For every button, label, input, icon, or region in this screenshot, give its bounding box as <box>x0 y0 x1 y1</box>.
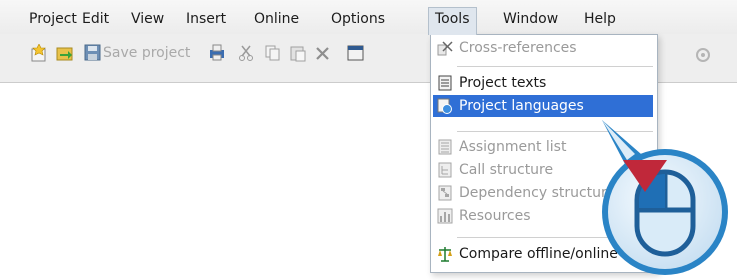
save-project-label[interactable]: Save project <box>103 45 190 61</box>
menu-separator <box>457 66 653 67</box>
menu-options[interactable]: Options <box>325 8 391 30</box>
mouse-click-callout <box>602 120 728 275</box>
copy-icon[interactable] <box>264 44 282 62</box>
menu-insert[interactable]: Insert <box>180 8 232 30</box>
project-texts-label: Project texts <box>459 75 547 91</box>
compare-icon <box>438 247 452 262</box>
cut-icon[interactable] <box>238 44 256 62</box>
paste-icon[interactable] <box>289 44 307 62</box>
project-languages-icon <box>437 98 452 114</box>
project-texts-icon <box>438 75 452 91</box>
menu-online[interactable]: Online <box>248 8 305 30</box>
delete-icon[interactable] <box>314 45 332 63</box>
resources-icon <box>437 208 453 224</box>
menu-edit[interactable]: Edit <box>76 8 115 30</box>
call-structure-icon <box>438 162 452 178</box>
open-project-icon[interactable] <box>56 44 74 62</box>
window-icon[interactable] <box>347 44 365 62</box>
menu-entry-project-languages[interactable]: Project languages <box>433 95 653 117</box>
new-project-icon[interactable] <box>30 44 48 62</box>
save-icon[interactable] <box>84 44 102 62</box>
menu-view[interactable]: View <box>125 8 170 30</box>
properties-icon[interactable] <box>694 46 712 64</box>
menu-bar: Project Edit View Insert Online Options … <box>0 0 737 35</box>
assignment-list-label: Assignment list <box>459 139 567 155</box>
cross-references-icon <box>437 41 453 56</box>
callout-pointer-inner <box>602 120 635 160</box>
dependency-structure-icon <box>438 185 452 201</box>
menu-entry-cross-references[interactable]: Cross-references <box>433 37 653 59</box>
menu-window[interactable]: Window <box>497 8 564 30</box>
menu-project[interactable]: Project <box>23 8 83 30</box>
menu-entry-project-texts[interactable]: Project texts <box>433 72 653 94</box>
print-icon[interactable] <box>208 44 226 62</box>
cross-references-label: Cross-references <box>459 40 577 56</box>
resources-label: Resources <box>459 208 531 224</box>
call-structure-label: Call structure <box>459 162 554 178</box>
project-languages-label: Project languages <box>459 98 584 114</box>
menu-help[interactable]: Help <box>578 8 622 30</box>
assignment-list-icon <box>438 139 452 155</box>
menu-tools[interactable]: Tools <box>428 7 477 35</box>
